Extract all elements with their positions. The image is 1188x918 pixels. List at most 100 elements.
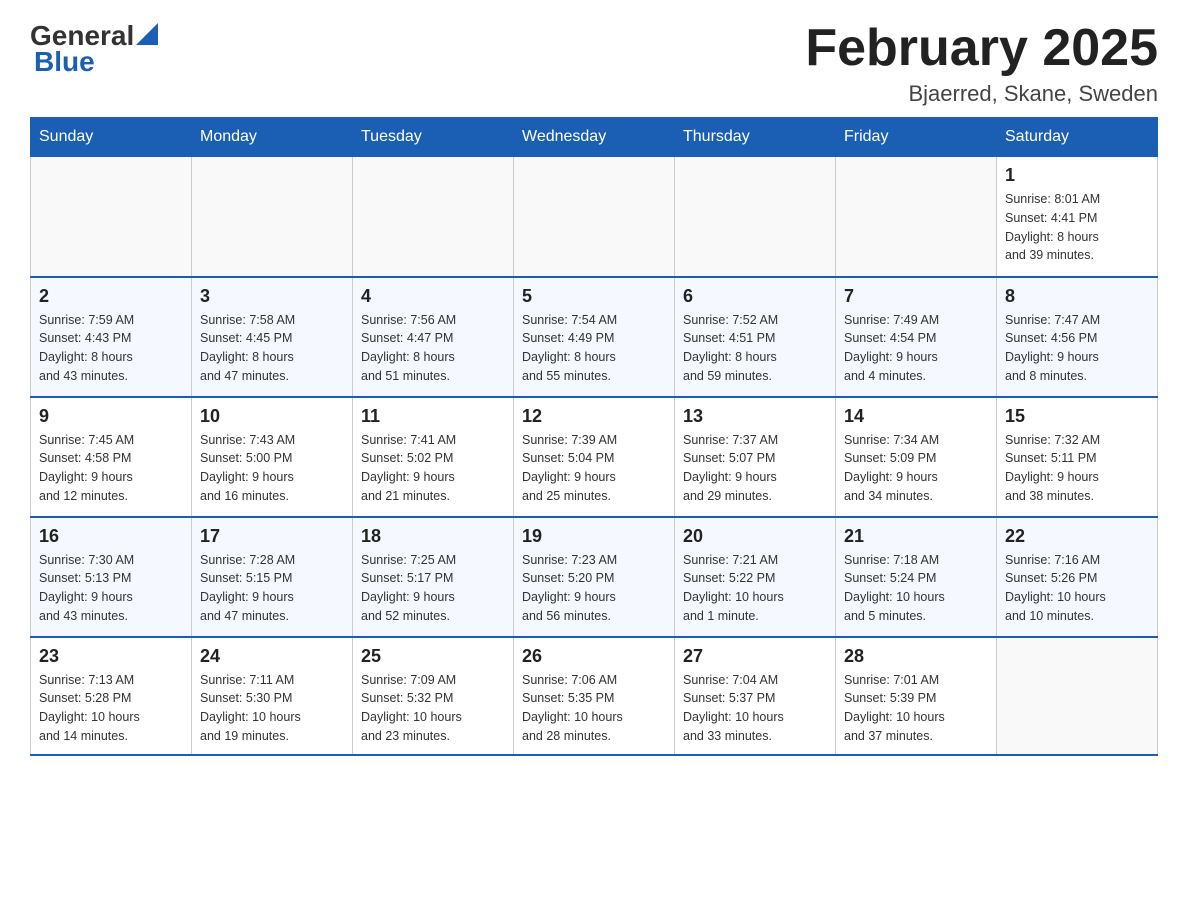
weekday-header-thursday: Thursday <box>675 118 836 157</box>
calendar-cell <box>836 157 997 277</box>
day-info: Sunrise: 7:21 AM Sunset: 5:22 PM Dayligh… <box>683 551 827 626</box>
weekday-header-tuesday: Tuesday <box>353 118 514 157</box>
calendar-cell: 10Sunrise: 7:43 AM Sunset: 5:00 PM Dayli… <box>192 397 353 517</box>
calendar-cell: 1 Sunrise: 8:01 AM Sunset: 4:41 PM Daylig… <box>997 157 1158 277</box>
calendar-cell: 14 Sunrise: 7:34 AM Sunset: 5:09 PM Dayli… <box>836 397 997 517</box>
calendar-week-5: 23 Sunrise: 7:13 AM Sunset: 5:28 PM Dayli… <box>31 637 1158 755</box>
day-number: 4 <box>361 286 505 307</box>
day-number: 3 <box>200 286 344 307</box>
calendar-cell: 13 Sunrise: 7:37 AM Sunset: 5:07 PM Dayli… <box>675 397 836 517</box>
day-info: Sunrise: 7:52 AM Sunset: 4:51 PM Dayligh… <box>683 311 827 386</box>
day-info: Sunrise: 8:01 AM Sunset: 4:41 PM Dayligh… <box>1005 190 1149 265</box>
calendar-cell: 27Sunrise: 7:04 AM Sunset: 5:37 PM Dayli… <box>675 637 836 755</box>
calendar-cell: 23 Sunrise: 7:13 AM Sunset: 5:28 PM Dayli… <box>31 637 192 755</box>
calendar-cell <box>514 157 675 277</box>
logo-blue-text: Blue <box>34 46 95 78</box>
calendar-cell: 11 Sunrise: 7:41 AM Sunset: 5:02 PM Dayli… <box>353 397 514 517</box>
day-number: 16 <box>39 526 183 547</box>
calendar-cell: 15 Sunrise: 7:32 AM Sunset: 5:11 PM Dayli… <box>997 397 1158 517</box>
calendar-cell <box>997 637 1158 755</box>
logo-triangle-icon <box>136 23 158 45</box>
day-info: Sunrise: 7:56 AM Sunset: 4:47 PM Dayligh… <box>361 311 505 386</box>
day-info: Sunrise: 7:01 AM Sunset: 5:39 PM Dayligh… <box>844 671 988 746</box>
location-title: Bjaerred, Skane, Sweden <box>805 81 1158 107</box>
calendar-week-4: 16 Sunrise: 7:30 AM Sunset: 5:13 PM Dayli… <box>31 517 1158 637</box>
calendar-cell: 2 Sunrise: 7:59 AM Sunset: 4:43 PM Daylig… <box>31 277 192 397</box>
calendar-cell: 7 Sunrise: 7:49 AM Sunset: 4:54 PM Daylig… <box>836 277 997 397</box>
day-info: Sunrise: 7:13 AM Sunset: 5:28 PM Dayligh… <box>39 671 183 746</box>
day-number: 8 <box>1005 286 1149 307</box>
calendar-cell <box>192 157 353 277</box>
day-number: 2 <box>39 286 183 307</box>
day-info: Sunrise: 7:59 AM Sunset: 4:43 PM Dayligh… <box>39 311 183 386</box>
page-header: General Blue February 2025 Bjaerred, Ska… <box>30 20 1158 107</box>
day-number: 15 <box>1005 406 1149 427</box>
day-number: 26 <box>522 646 666 667</box>
day-number: 5 <box>522 286 666 307</box>
day-number: 11 <box>361 406 505 427</box>
day-number: 9 <box>39 406 183 427</box>
title-block: February 2025 Bjaerred, Skane, Sweden <box>805 20 1158 107</box>
day-info: Sunrise: 7:45 AM Sunset: 4:58 PM Dayligh… <box>39 431 183 506</box>
weekday-header-saturday: Saturday <box>997 118 1158 157</box>
day-info: Sunrise: 7:18 AM Sunset: 5:24 PM Dayligh… <box>844 551 988 626</box>
calendar-cell: 28 Sunrise: 7:01 AM Sunset: 5:39 PM Dayli… <box>836 637 997 755</box>
day-number: 27 <box>683 646 827 667</box>
day-number: 22 <box>1005 526 1149 547</box>
day-number: 12 <box>522 406 666 427</box>
day-info: Sunrise: 7:11 AM Sunset: 5:30 PM Dayligh… <box>200 671 344 746</box>
calendar-cell: 21 Sunrise: 7:18 AM Sunset: 5:24 PM Dayli… <box>836 517 997 637</box>
calendar-cell: 19Sunrise: 7:23 AM Sunset: 5:20 PM Dayli… <box>514 517 675 637</box>
calendar-cell: 22 Sunrise: 7:16 AM Sunset: 5:26 PM Dayli… <box>997 517 1158 637</box>
day-info: Sunrise: 7:09 AM Sunset: 5:32 PM Dayligh… <box>361 671 505 746</box>
day-number: 18 <box>361 526 505 547</box>
day-info: Sunrise: 7:49 AM Sunset: 4:54 PM Dayligh… <box>844 311 988 386</box>
calendar-cell: 3 Sunrise: 7:58 AM Sunset: 4:45 PM Daylig… <box>192 277 353 397</box>
day-number: 14 <box>844 406 988 427</box>
calendar-cell: 6 Sunrise: 7:52 AM Sunset: 4:51 PM Daylig… <box>675 277 836 397</box>
day-info: Sunrise: 7:37 AM Sunset: 5:07 PM Dayligh… <box>683 431 827 506</box>
calendar-cell: 8 Sunrise: 7:47 AM Sunset: 4:56 PM Daylig… <box>997 277 1158 397</box>
weekday-header-friday: Friday <box>836 118 997 157</box>
day-number: 21 <box>844 526 988 547</box>
calendar-cell <box>353 157 514 277</box>
day-number: 7 <box>844 286 988 307</box>
day-info: Sunrise: 7:54 AM Sunset: 4:49 PM Dayligh… <box>522 311 666 386</box>
calendar-cell <box>31 157 192 277</box>
day-info: Sunrise: 7:39 AM Sunset: 5:04 PM Dayligh… <box>522 431 666 506</box>
calendar-cell: 24 Sunrise: 7:11 AM Sunset: 5:30 PM Dayli… <box>192 637 353 755</box>
day-info: Sunrise: 7:34 AM Sunset: 5:09 PM Dayligh… <box>844 431 988 506</box>
day-info: Sunrise: 7:30 AM Sunset: 5:13 PM Dayligh… <box>39 551 183 626</box>
day-number: 6 <box>683 286 827 307</box>
calendar-header-row: SundayMondayTuesdayWednesdayThursdayFrid… <box>31 118 1158 157</box>
day-number: 24 <box>200 646 344 667</box>
weekday-header-sunday: Sunday <box>31 118 192 157</box>
calendar-cell: 5 Sunrise: 7:54 AM Sunset: 4:49 PM Daylig… <box>514 277 675 397</box>
logo: General Blue <box>30 20 158 78</box>
calendar-cell: 16 Sunrise: 7:30 AM Sunset: 5:13 PM Dayli… <box>31 517 192 637</box>
day-number: 13 <box>683 406 827 427</box>
day-info: Sunrise: 7:28 AM Sunset: 5:15 PM Dayligh… <box>200 551 344 626</box>
calendar-cell: 4 Sunrise: 7:56 AM Sunset: 4:47 PM Daylig… <box>353 277 514 397</box>
calendar-cell: 18 Sunrise: 7:25 AM Sunset: 5:17 PM Dayli… <box>353 517 514 637</box>
day-number: 25 <box>361 646 505 667</box>
calendar-week-3: 9 Sunrise: 7:45 AM Sunset: 4:58 PM Daylig… <box>31 397 1158 517</box>
calendar-week-2: 2 Sunrise: 7:59 AM Sunset: 4:43 PM Daylig… <box>31 277 1158 397</box>
day-info: Sunrise: 7:32 AM Sunset: 5:11 PM Dayligh… <box>1005 431 1149 506</box>
day-info: Sunrise: 7:23 AM Sunset: 5:20 PM Dayligh… <box>522 551 666 626</box>
day-number: 23 <box>39 646 183 667</box>
day-info: Sunrise: 7:25 AM Sunset: 5:17 PM Dayligh… <box>361 551 505 626</box>
day-number: 28 <box>844 646 988 667</box>
day-number: 17 <box>200 526 344 547</box>
day-number: 1 <box>1005 165 1149 186</box>
calendar-cell: 25 Sunrise: 7:09 AM Sunset: 5:32 PM Dayli… <box>353 637 514 755</box>
calendar-week-1: 1 Sunrise: 8:01 AM Sunset: 4:41 PM Daylig… <box>31 157 1158 277</box>
day-info: Sunrise: 7:47 AM Sunset: 4:56 PM Dayligh… <box>1005 311 1149 386</box>
weekday-header-wednesday: Wednesday <box>514 118 675 157</box>
day-info: Sunrise: 7:41 AM Sunset: 5:02 PM Dayligh… <box>361 431 505 506</box>
weekday-header-monday: Monday <box>192 118 353 157</box>
day-info: Sunrise: 7:43 AM Sunset: 5:00 PM Dayligh… <box>200 431 344 506</box>
day-info: Sunrise: 7:58 AM Sunset: 4:45 PM Dayligh… <box>200 311 344 386</box>
calendar-cell: 9 Sunrise: 7:45 AM Sunset: 4:58 PM Daylig… <box>31 397 192 517</box>
day-info: Sunrise: 7:16 AM Sunset: 5:26 PM Dayligh… <box>1005 551 1149 626</box>
